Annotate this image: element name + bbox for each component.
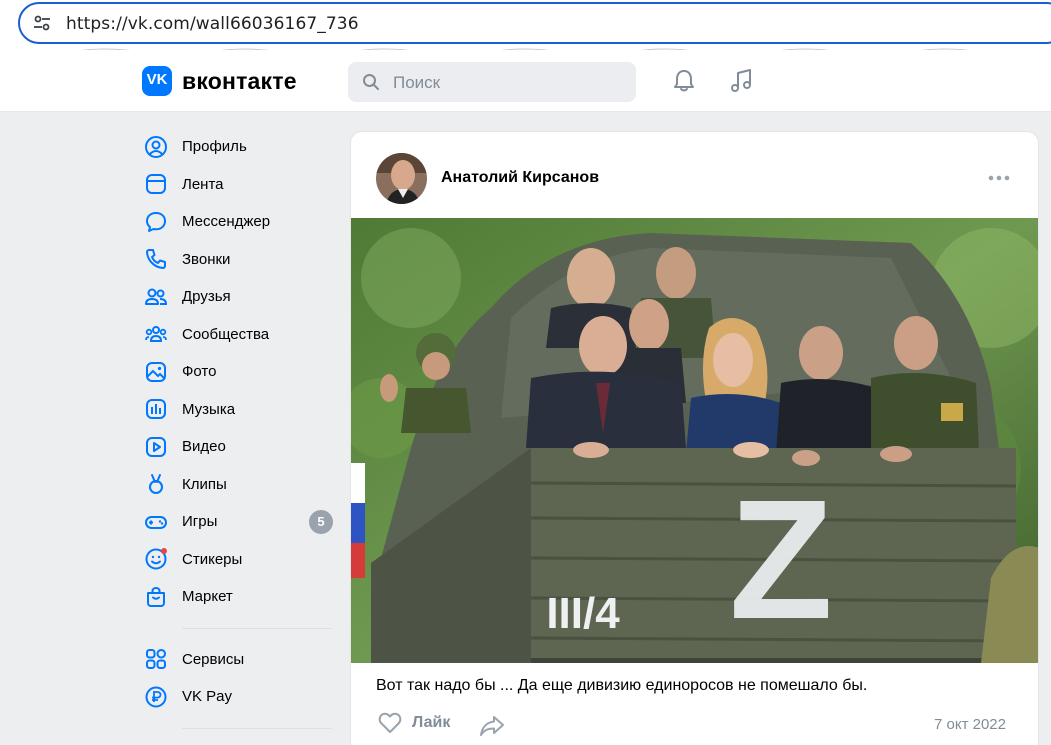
games-count-badge: 5 bbox=[309, 510, 333, 534]
sidebar-item-calls[interactable]: Звонки bbox=[140, 241, 340, 279]
photo-icon bbox=[146, 361, 166, 382]
clips-icon bbox=[149, 474, 163, 495]
author-avatar[interactable] bbox=[376, 153, 427, 204]
more-dots-icon[interactable] bbox=[986, 168, 1012, 188]
sidebar-item-label: Клипы bbox=[182, 475, 227, 493]
search-icon bbox=[363, 74, 379, 90]
post-photo[interactable]: Z III/4 bbox=[351, 218, 1038, 663]
messenger-icon bbox=[146, 211, 166, 232]
search-placeholder: Поиск bbox=[393, 73, 441, 92]
post-date[interactable]: 7 окт 2022 bbox=[934, 716, 1006, 733]
truck-z-marking: Z bbox=[729, 465, 833, 655]
vk-header: VK вконтакте Поиск bbox=[0, 50, 1051, 112]
music-icon bbox=[146, 399, 166, 420]
sidebar-item-label: Звонки bbox=[182, 250, 231, 268]
sidebar-item-label: Профиль bbox=[182, 138, 247, 156]
left-sidebar: Профиль Лента Мессенджер Звонки Друзья С… bbox=[140, 128, 340, 741]
sidebar-item-friends[interactable]: Друзья bbox=[140, 278, 340, 316]
like-button[interactable]: Лайк bbox=[376, 709, 450, 737]
post-text: Вот так надо бы ... Да еще дивизию едино… bbox=[376, 677, 868, 694]
site-settings-icon[interactable] bbox=[32, 13, 52, 33]
sidebar-item-label: Игры bbox=[182, 513, 218, 531]
profile-icon bbox=[145, 135, 167, 158]
heart-icon bbox=[378, 712, 402, 733]
post-author-name[interactable]: Анатолий Кирсанов bbox=[441, 169, 599, 187]
sidebar-item-vkpay[interactable]: VK Pay bbox=[140, 678, 340, 716]
communities-icon bbox=[145, 326, 167, 343]
sidebar-item-services[interactable]: Сервисы bbox=[140, 641, 340, 679]
search-input[interactable]: Поиск bbox=[348, 62, 636, 102]
video-icon bbox=[146, 436, 166, 457]
sidebar-item-label: Сервисы bbox=[182, 650, 245, 668]
stickers-icon bbox=[145, 548, 167, 570]
sidebar-item-video[interactable]: Видео bbox=[140, 428, 340, 466]
sidebar-item-label: VK Pay bbox=[182, 688, 233, 706]
vk-logo-text: вконтакте bbox=[182, 67, 297, 94]
friends-icon bbox=[145, 288, 168, 305]
feed-icon bbox=[146, 174, 166, 195]
services-icon bbox=[146, 649, 166, 670]
post-photo-illustration: Z III/4 bbox=[351, 218, 1038, 663]
sidebar-item-photos[interactable]: Фото bbox=[140, 353, 340, 391]
sidebar-item-messenger[interactable]: Мессенджер bbox=[140, 203, 340, 241]
vk-logo[interactable]: VK вконтакте bbox=[142, 66, 297, 96]
sidebar-item-music[interactable]: Музыка bbox=[140, 391, 340, 429]
sidebar-item-label: Видео bbox=[182, 438, 226, 456]
music-note-icon[interactable] bbox=[728, 67, 756, 95]
sidebar-item-games[interactable]: Игры 5 bbox=[140, 503, 340, 541]
sidebar-item-label: Друзья bbox=[182, 288, 231, 306]
sidebar-divider bbox=[182, 627, 332, 629]
market-icon bbox=[147, 586, 165, 607]
sidebar-item-label: Стикеры bbox=[182, 550, 243, 568]
url-input[interactable]: https://vk.com/wall66036167_736 bbox=[18, 2, 1051, 44]
vkpay-icon bbox=[145, 686, 167, 708]
truck-plate-marking: III/4 bbox=[546, 589, 620, 638]
like-label: Лайк bbox=[412, 714, 451, 731]
sidebar-item-feed[interactable]: Лента bbox=[140, 166, 340, 204]
browser-address-bar: https://vk.com/wall66036167_736 bbox=[0, 0, 1051, 50]
vk-logo-mark: VK bbox=[142, 66, 172, 96]
avatar-image bbox=[376, 153, 427, 204]
phone-icon bbox=[146, 249, 166, 270]
sidebar-divider bbox=[182, 727, 332, 729]
gamepad-icon bbox=[145, 515, 167, 529]
sidebar-item-communities[interactable]: Сообщества bbox=[140, 316, 340, 354]
wall-post: Анатолий Кирсанов Z III/4 Вот так надо б… bbox=[350, 131, 1039, 745]
sidebar-item-clips[interactable]: Клипы bbox=[140, 466, 340, 504]
sidebar-item-stickers[interactable]: Стикеры bbox=[140, 541, 340, 579]
share-icon[interactable] bbox=[478, 712, 506, 740]
sidebar-item-market[interactable]: Маркет bbox=[140, 578, 340, 616]
sidebar-item-label: Фото bbox=[182, 363, 217, 381]
sidebar-item-label: Музыка bbox=[182, 400, 236, 418]
sidebar-item-label: Лента bbox=[182, 175, 224, 193]
sidebar-item-profile[interactable]: Профиль bbox=[140, 128, 340, 166]
sidebar-item-label: Маркет bbox=[182, 588, 233, 606]
sidebar-item-label: Мессенджер bbox=[182, 213, 271, 231]
url-text: https://vk.com/wall66036167_736 bbox=[66, 14, 359, 34]
sidebar-item-label: Сообщества bbox=[182, 325, 270, 343]
bell-icon[interactable] bbox=[670, 67, 698, 95]
